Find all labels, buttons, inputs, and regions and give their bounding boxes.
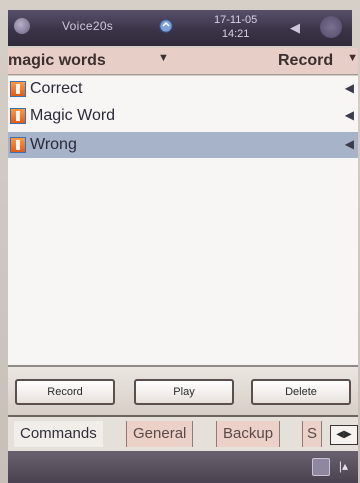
speaker-icon[interactable]: ◀ xyxy=(345,108,354,122)
volume-icon[interactable]: ◀ xyxy=(290,20,300,36)
status-time: 14:21 xyxy=(221,28,250,40)
start-menu-icon[interactable] xyxy=(14,18,30,34)
chevron-down-icon[interactable]: ▼ xyxy=(158,52,169,64)
list-item[interactable]: Correct ◀ xyxy=(8,76,358,102)
recordings-list: Correct ◀ Magic Word ◀ Wrong ◀ xyxy=(8,76,358,365)
device-screen: Voice20s 17-11-05 14:21 ◀ magic words ▼ … xyxy=(0,0,360,483)
tab-scroll-arrows[interactable]: ◀▶ xyxy=(330,425,358,445)
tab-backup[interactable]: Backup xyxy=(216,421,281,447)
list-item[interactable]: Magic Word ◀ xyxy=(8,103,358,129)
status-bar: Voice20s 17-11-05 14:21 ◀ xyxy=(8,10,352,46)
tab-partial[interactable]: S xyxy=(302,421,323,447)
input-panel-caret[interactable]: |▴ xyxy=(339,459,348,473)
tab-commands[interactable]: Commands xyxy=(14,421,103,447)
recording-icon xyxy=(10,81,26,97)
delete-button[interactable]: Delete xyxy=(251,379,351,405)
chevron-down-icon[interactable]: ▼ xyxy=(347,52,358,64)
tab-bar: Commands General Backup S ◀▶ xyxy=(8,415,358,453)
item-label: Correct xyxy=(30,80,83,97)
recording-icon xyxy=(10,108,26,124)
keyboard-icon[interactable] xyxy=(312,458,330,476)
speaker-icon[interactable]: ◀ xyxy=(345,137,354,151)
play-button[interactable]: Play xyxy=(134,379,234,405)
date-time[interactable]: 17-11-05 14:21 xyxy=(214,13,257,41)
tab-general[interactable]: General xyxy=(126,421,194,447)
list-header: magic words ▼ Record ▼ xyxy=(8,48,358,75)
item-label: Wrong xyxy=(30,136,77,153)
category-dropdown[interactable]: magic words xyxy=(8,52,106,70)
sync-icon xyxy=(159,19,173,33)
soft-key-bar: |▴ xyxy=(8,451,358,483)
carrier-name: Voice20s xyxy=(62,19,114,33)
speaker-icon[interactable]: ◀ xyxy=(345,81,354,95)
sort-column[interactable]: Record xyxy=(278,52,333,70)
list-item-selected[interactable]: Wrong ◀ xyxy=(8,132,358,158)
recording-icon xyxy=(10,137,26,153)
item-label: Magic Word xyxy=(30,107,116,124)
button-bar: Record Play Delete xyxy=(8,367,358,415)
status-date: 17-11-05 xyxy=(214,14,258,26)
close-icon[interactable] xyxy=(320,16,342,38)
record-button[interactable]: Record xyxy=(15,379,115,405)
